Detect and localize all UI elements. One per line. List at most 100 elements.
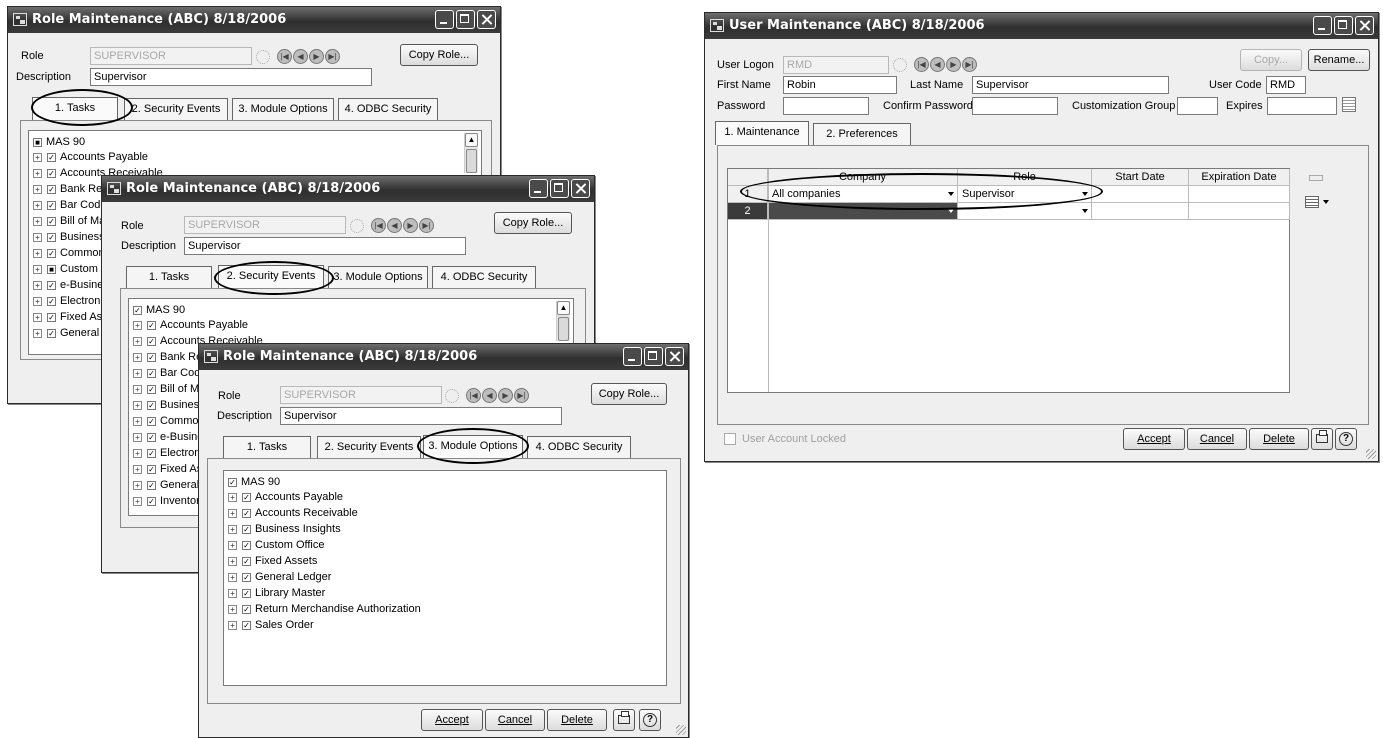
user-account-locked-checkbox[interactable] bbox=[724, 433, 736, 445]
window-titlebar[interactable]: Role Maintenance (ABC) 8/18/2006 bbox=[199, 344, 688, 370]
checkbox-icon[interactable]: ✓ bbox=[147, 320, 156, 330]
expand-icon[interactable]: + bbox=[33, 264, 42, 274]
checkbox-icon[interactable]: ✓ bbox=[47, 280, 56, 290]
lookup-icon[interactable] bbox=[893, 57, 907, 72]
expand-icon[interactable]: + bbox=[33, 168, 42, 178]
lookup-icon[interactable] bbox=[256, 49, 270, 64]
checkbox-icon[interactable]: ✓ bbox=[47, 296, 56, 306]
vertical-scrollbar[interactable]: ▲ bbox=[464, 133, 478, 173]
tree-item[interactable]: + ✓ Bar Code bbox=[33, 197, 106, 213]
last-record-icon[interactable]: ▶| bbox=[962, 57, 977, 72]
expand-icon[interactable]: + bbox=[228, 492, 237, 502]
minimize-icon[interactable] bbox=[529, 179, 548, 198]
expand-icon[interactable]: + bbox=[133, 464, 142, 474]
tree-item[interactable]: + ✓ Return Merchandise Authorization bbox=[228, 601, 421, 617]
expiration-date-cell[interactable] bbox=[1189, 203, 1290, 220]
expand-icon[interactable]: + bbox=[133, 480, 142, 490]
tree-item[interactable]: + ✓ Accounts Payable bbox=[228, 489, 343, 505]
expand-icon[interactable]: + bbox=[33, 200, 42, 210]
chevron-down-icon[interactable] bbox=[948, 192, 954, 196]
checkbox-icon[interactable]: ✓ bbox=[242, 556, 251, 566]
checkbox-icon[interactable]: ✓ bbox=[47, 248, 56, 258]
role-input[interactable]: SUPERVISOR bbox=[184, 216, 346, 234]
window-titlebar[interactable]: Role Maintenance (ABC) 8/18/2006 bbox=[8, 7, 500, 33]
chevron-down-icon[interactable] bbox=[1082, 209, 1088, 213]
checkbox-icon[interactable]: ✓ bbox=[47, 312, 56, 322]
scroll-thumb[interactable] bbox=[558, 317, 569, 341]
copy-role-button[interactable]: Copy Role... bbox=[591, 383, 667, 405]
tab-tasks[interactable]: 1. Tasks bbox=[126, 266, 212, 288]
tab-security-events[interactable]: 2. Security Events bbox=[124, 98, 228, 120]
delete-button[interactable]: Delete bbox=[1249, 428, 1309, 450]
previous-record-icon[interactable]: ◀ bbox=[387, 218, 402, 233]
tree-item[interactable]: +✓Business Insights bbox=[228, 521, 341, 537]
copy-role-button[interactable]: Copy Role... bbox=[494, 212, 572, 234]
grid-options-icon[interactable] bbox=[1305, 195, 1329, 209]
checkbox-icon[interactable]: ✓ bbox=[242, 492, 251, 502]
resize-grip[interactable] bbox=[676, 725, 686, 735]
maximize-icon[interactable] bbox=[644, 347, 663, 366]
column-header-expiration-date[interactable]: Expiration Date bbox=[1189, 169, 1290, 186]
checkbox-icon[interactable]: ✓ bbox=[147, 432, 156, 442]
next-record-icon[interactable]: ▶ bbox=[498, 388, 513, 403]
print-button[interactable] bbox=[1311, 428, 1333, 450]
checkbox-icon[interactable]: ✓ bbox=[242, 508, 251, 518]
role-input[interactable]: SUPERVISOR bbox=[280, 386, 442, 404]
expand-icon[interactable]: + bbox=[33, 280, 42, 290]
help-button[interactable]: ? bbox=[639, 709, 661, 731]
maximize-icon[interactable] bbox=[456, 10, 475, 29]
expand-icon[interactable]: + bbox=[33, 184, 42, 194]
expand-icon[interactable]: + bbox=[228, 572, 237, 582]
next-record-icon[interactable]: ▶ bbox=[309, 49, 324, 64]
scroll-thumb[interactable] bbox=[466, 149, 477, 173]
first-record-icon[interactable]: |◀ bbox=[371, 218, 386, 233]
start-date-cell[interactable] bbox=[1092, 186, 1189, 203]
scroll-up-icon[interactable]: ▲ bbox=[557, 301, 570, 315]
start-date-cell[interactable] bbox=[1092, 203, 1189, 220]
last-record-icon[interactable]: ▶| bbox=[325, 49, 340, 64]
minimize-icon[interactable] bbox=[623, 347, 642, 366]
last-record-icon[interactable]: ▶| bbox=[514, 388, 529, 403]
lookup-icon[interactable] bbox=[445, 388, 459, 403]
user-logon-input[interactable]: RMD bbox=[783, 56, 889, 74]
previous-record-icon[interactable]: ◀ bbox=[482, 388, 497, 403]
cancel-button[interactable]: Cancel bbox=[1187, 428, 1247, 450]
calendar-icon[interactable] bbox=[1342, 97, 1356, 112]
checkbox-icon[interactable]: ✓ bbox=[47, 232, 56, 242]
expand-icon[interactable]: + bbox=[33, 296, 42, 306]
rename-button[interactable]: Rename... bbox=[1308, 49, 1370, 71]
checkbox-icon[interactable]: ✓ bbox=[242, 572, 251, 582]
expand-icon[interactable]: + bbox=[33, 232, 42, 242]
expires-input[interactable] bbox=[1267, 97, 1337, 115]
checkbox-icon[interactable]: ✓ bbox=[228, 477, 237, 487]
column-header-role[interactable]: Role bbox=[958, 169, 1092, 186]
expand-icon[interactable]: + bbox=[133, 336, 142, 346]
checkbox-icon[interactable]: ✓ bbox=[147, 464, 156, 474]
minimize-icon[interactable] bbox=[1313, 16, 1332, 35]
maximize-icon[interactable] bbox=[1334, 16, 1353, 35]
description-input[interactable]: Supervisor bbox=[184, 237, 466, 255]
checkbox-icon[interactable]: ✓ bbox=[47, 152, 56, 162]
checkbox-icon[interactable]: ■ bbox=[33, 137, 42, 147]
help-button[interactable]: ? bbox=[1335, 428, 1357, 450]
description-input[interactable]: Supervisor bbox=[280, 407, 562, 425]
checkbox-icon[interactable]: ✓ bbox=[147, 400, 156, 410]
checkbox-icon[interactable]: ✓ bbox=[147, 416, 156, 426]
minimize-icon[interactable] bbox=[435, 10, 454, 29]
window-titlebar[interactable]: User Maintenance (ABC) 8/18/2006 bbox=[705, 13, 1378, 39]
tab-module-options[interactable]: 3. Module Options bbox=[328, 266, 428, 288]
previous-record-icon[interactable]: ◀ bbox=[293, 49, 308, 64]
company-cell[interactable]: All companies bbox=[768, 186, 958, 203]
tab-odbc-security[interactable]: 4. ODBC Security bbox=[338, 98, 438, 120]
close-icon[interactable] bbox=[665, 347, 684, 366]
expand-icon[interactable]: + bbox=[228, 508, 237, 518]
checkbox-icon[interactable]: ✓ bbox=[47, 168, 56, 178]
checkbox-icon[interactable]: ✓ bbox=[147, 352, 156, 362]
vertical-scrollbar[interactable]: ▲ bbox=[556, 301, 570, 341]
tree-root[interactable]: ✓ MAS 90 bbox=[228, 474, 280, 490]
expand-icon[interactable]: + bbox=[33, 312, 42, 322]
copy-role-button[interactable]: Copy Role... bbox=[400, 44, 478, 66]
last-name-input[interactable]: Supervisor bbox=[972, 76, 1169, 94]
next-record-icon[interactable]: ▶ bbox=[403, 218, 418, 233]
scroll-up-icon[interactable]: ▲ bbox=[465, 133, 478, 147]
